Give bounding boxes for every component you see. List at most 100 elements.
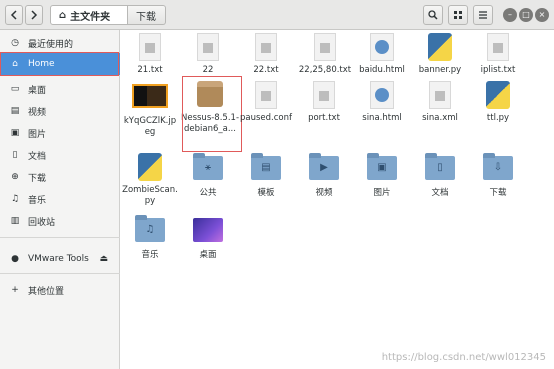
folder-label: 文档 [431, 188, 449, 198]
sidebar-item-label: 下载 [28, 173, 47, 184]
minimize-button[interactable]: – [503, 8, 517, 22]
close-button[interactable]: × [535, 8, 549, 22]
file-item[interactable]: 21.txt [122, 33, 178, 76]
sidebar-item-label: 图片 [28, 129, 47, 140]
document-icon: ▯ [12, 150, 18, 160]
highlight-box [182, 76, 242, 152]
file-label: ZombieScan.py [122, 185, 178, 206]
folder-item[interactable]: ▤ 模板 [238, 153, 294, 199]
grid-view-icon [454, 11, 462, 19]
menu-button[interactable] [473, 5, 493, 25]
search-icon [428, 10, 438, 20]
video-icon: ▤ [10, 106, 20, 116]
chevron-right-icon [31, 10, 38, 20]
hamburger-menu-icon [479, 11, 487, 19]
sidebar-item-label: 其他位置 [28, 286, 65, 297]
file-item[interactable]: 22,25,80.txt [296, 33, 354, 76]
file-item[interactable]: 22.txt [238, 33, 294, 76]
file-item[interactable]: sina.html [354, 81, 410, 124]
file-item[interactable]: paused.conf [238, 81, 294, 124]
sidebar-item-documents[interactable]: ▯ 文档 [0, 144, 120, 166]
folder-item[interactable]: ♫ 音乐 [122, 215, 178, 261]
text-file-icon [309, 81, 339, 111]
maximize-button[interactable]: □ [519, 8, 533, 22]
file-label: ttl.py [486, 113, 510, 123]
text-file-icon [310, 33, 340, 63]
sidebar-item-label: 最近使用的 [28, 39, 74, 50]
music-icon: ♫ [10, 194, 20, 204]
folder-label: 音乐 [141, 250, 159, 260]
file-label: 22.txt [253, 65, 279, 75]
sidebar-item-vmware-tools[interactable]: ● VMware Tools ⏏ [0, 248, 120, 270]
sidebar-item-label: 文档 [28, 151, 47, 162]
view-toggle-button[interactable] [448, 5, 468, 25]
minimize-icon: – [508, 10, 512, 19]
sidebar-item-desktop[interactable]: ▭ 桌面 [0, 78, 120, 100]
text-file-icon [483, 33, 513, 63]
file-item[interactable]: port.txt [296, 81, 352, 124]
folder-label: 桌面 [199, 250, 217, 260]
folder-icon: ▯ [425, 153, 455, 186]
eject-icon[interactable]: ⏏ [99, 254, 108, 264]
text-file-icon [135, 33, 165, 63]
file-label: banner.py [418, 65, 462, 75]
file-item[interactable]: kYqGCZlK.jpeg [122, 81, 178, 138]
sidebar-item-label: 音乐 [28, 195, 47, 206]
clock-icon: ◷ [11, 38, 19, 48]
sidebar-item-label: VMware Tools [28, 254, 89, 264]
chevron-left-icon [10, 10, 17, 20]
file-label: kYqGCZlK.jpeg [123, 116, 177, 137]
file-item[interactable]: ttl.py [470, 81, 526, 124]
back-button[interactable] [5, 5, 23, 25]
text-file-icon [251, 33, 281, 63]
close-icon: × [538, 10, 546, 19]
text-file-icon [425, 81, 455, 111]
sidebar-item-recent[interactable]: ◷ 最近使用的 [0, 32, 120, 54]
folder-label: 下载 [489, 188, 507, 198]
file-item[interactable]: baidu.html [354, 33, 410, 76]
folder-item[interactable]: ⚹ 公共 [180, 153, 236, 199]
file-label: sina.html [362, 113, 402, 123]
file-label: sina.xml [422, 113, 458, 123]
python-file-icon [425, 33, 455, 63]
file-item[interactable]: iplist.txt [470, 33, 526, 76]
folder-icon: ▣ [367, 153, 397, 186]
folder-icon: ⇩ [483, 153, 513, 186]
folder-item[interactable]: ▶ 视频 [296, 153, 352, 199]
folder-item[interactable]: 桌面 [180, 215, 236, 261]
sidebar-item-label: 桌面 [28, 85, 47, 96]
folder-icon: ♫ [135, 215, 165, 248]
html-file-icon [367, 81, 397, 111]
download-icon: ⊕ [11, 172, 19, 182]
folder-label: 图片 [373, 188, 391, 198]
sidebar-item-label: 视频 [28, 107, 47, 118]
breadcrumb-downloads[interactable]: 下载 [128, 5, 166, 25]
file-item[interactable]: 22 [180, 33, 236, 76]
image-icon: ▣ [10, 128, 20, 138]
desktop-icon: ▭ [10, 84, 20, 94]
folder-icon: ⚹ [193, 153, 223, 186]
sidebar-item-pictures[interactable]: ▣ 图片 [0, 122, 120, 144]
file-item[interactable]: banner.py [412, 33, 468, 76]
breadcrumb-home[interactable]: ⌂ 主文件夹 [50, 5, 128, 25]
search-button[interactable] [423, 5, 443, 25]
sidebar-item-music[interactable]: ♫ 音乐 [0, 188, 120, 210]
sidebar-item-other-locations[interactable]: + 其他位置 [0, 279, 120, 301]
sidebar: ◷ 最近使用的 ⌂ Home ▭ 桌面 ▤ 视频 ▣ 图片 ▯ 文档 ⊕ 下载 … [0, 30, 120, 369]
sidebar-item-downloads[interactable]: ⊕ 下载 [0, 166, 120, 188]
file-item[interactable]: sina.xml [412, 81, 468, 124]
file-label: baidu.html [359, 65, 405, 75]
folder-item[interactable]: ⇩ 下载 [470, 153, 526, 199]
disc-icon: ● [11, 254, 19, 264]
sidebar-item-trash[interactable]: ▥ 回收站 [0, 210, 120, 232]
sidebar-item-videos[interactable]: ▤ 视频 [0, 100, 120, 122]
folder-label: 公共 [199, 188, 217, 198]
file-item[interactable]: ZombieScan.py [122, 153, 178, 207]
trash-icon: ▥ [10, 216, 20, 226]
forward-button[interactable] [25, 5, 43, 25]
sidebar-divider [0, 273, 120, 274]
folder-item[interactable]: ▯ 文档 [412, 153, 468, 199]
folder-label: 视频 [315, 188, 333, 198]
file-label: port.txt [308, 113, 340, 123]
folder-item[interactable]: ▣ 图片 [354, 153, 410, 199]
